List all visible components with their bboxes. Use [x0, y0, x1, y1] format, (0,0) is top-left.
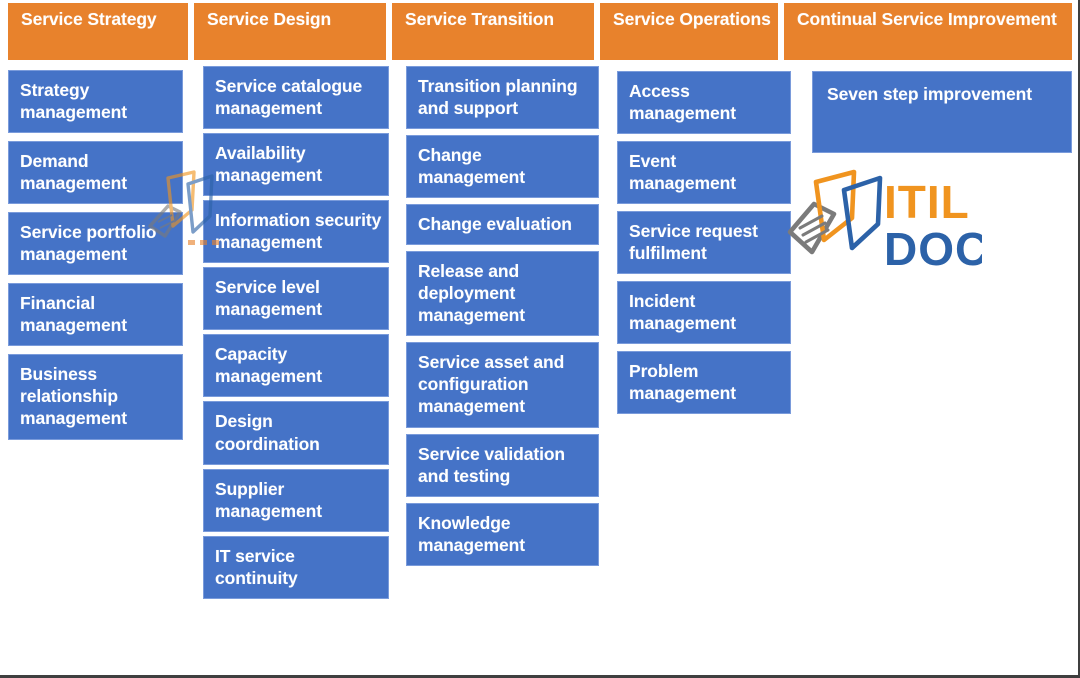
process-box[interactable]: Event management [617, 141, 791, 205]
process-box[interactable]: IT service continuity [203, 535, 389, 599]
process-box[interactable]: Financial management [8, 283, 183, 347]
process-box[interactable]: Service portfolio management [8, 212, 183, 276]
process-column-service-operations: Access management Event management Servi… [617, 66, 791, 415]
process-box[interactable]: Access management [617, 71, 791, 135]
process-box[interactable]: Demand management [8, 141, 183, 205]
stage-header-service-transition: Service Transition [392, 3, 594, 60]
process-box[interactable]: Transition planning and support [406, 66, 599, 130]
process-column-service-design: Service catalogue management Availabilit… [203, 66, 389, 599]
process-box[interactable]: Service request fulfilment [617, 211, 791, 275]
process-box[interactable]: Service asset and configuration manageme… [406, 342, 599, 428]
process-box[interactable]: Business relationship management [8, 354, 183, 440]
process-box[interactable]: Strategy management [8, 70, 183, 134]
process-box[interactable]: Seven step improvement [812, 71, 1072, 153]
process-box[interactable]: Change evaluation [406, 204, 599, 246]
svg-text:DOCS: DOCS [884, 223, 982, 275]
process-box[interactable]: Availability management [203, 133, 389, 197]
process-box[interactable]: Service validation and testing [406, 433, 599, 497]
process-column-service-transition: Transition planning and support Change m… [406, 66, 599, 566]
itil-docs-logo: ITIL DOCS [786, 168, 982, 280]
process-box[interactable]: Capacity management [203, 334, 389, 398]
lifecycle-stage-header-row: Service Strategy Service Design Service … [8, 3, 1072, 60]
process-box[interactable]: Incident management [617, 281, 791, 345]
process-box[interactable]: Service level management [203, 267, 389, 331]
process-columns: Strategy management Demand management Se… [8, 66, 1072, 599]
process-box[interactable]: Change management [406, 135, 599, 199]
stage-header-service-design: Service Design [194, 3, 386, 60]
process-box[interactable]: Information security management [203, 200, 389, 264]
svg-text:ITIL: ITIL [884, 176, 970, 228]
process-box[interactable]: Design coordination [203, 401, 389, 465]
logo-word-docs: DOCS [884, 223, 982, 275]
stage-header-service-strategy: Service Strategy [8, 3, 188, 60]
stage-header-continual-service-improvement: Continual Service Improvement [784, 3, 1072, 60]
stage-header-service-operations: Service Operations [600, 3, 778, 60]
process-box[interactable]: Knowledge management [406, 502, 599, 566]
process-box[interactable]: Supplier management [203, 468, 389, 532]
process-column-service-strategy: Strategy management Demand management Se… [8, 66, 183, 440]
process-box[interactable]: Problem management [617, 351, 791, 415]
process-column-continual-service-improvement: Seven step improvement [812, 66, 1072, 153]
itil-lifecycle-slide: Service Strategy Service Design Service … [0, 0, 1080, 678]
logo-word-itil: ITIL [884, 176, 970, 228]
process-box[interactable]: Service catalogue management [203, 66, 389, 130]
process-box[interactable]: Release and deployment management [406, 251, 599, 337]
stacked-documents-icon [787, 169, 883, 255]
